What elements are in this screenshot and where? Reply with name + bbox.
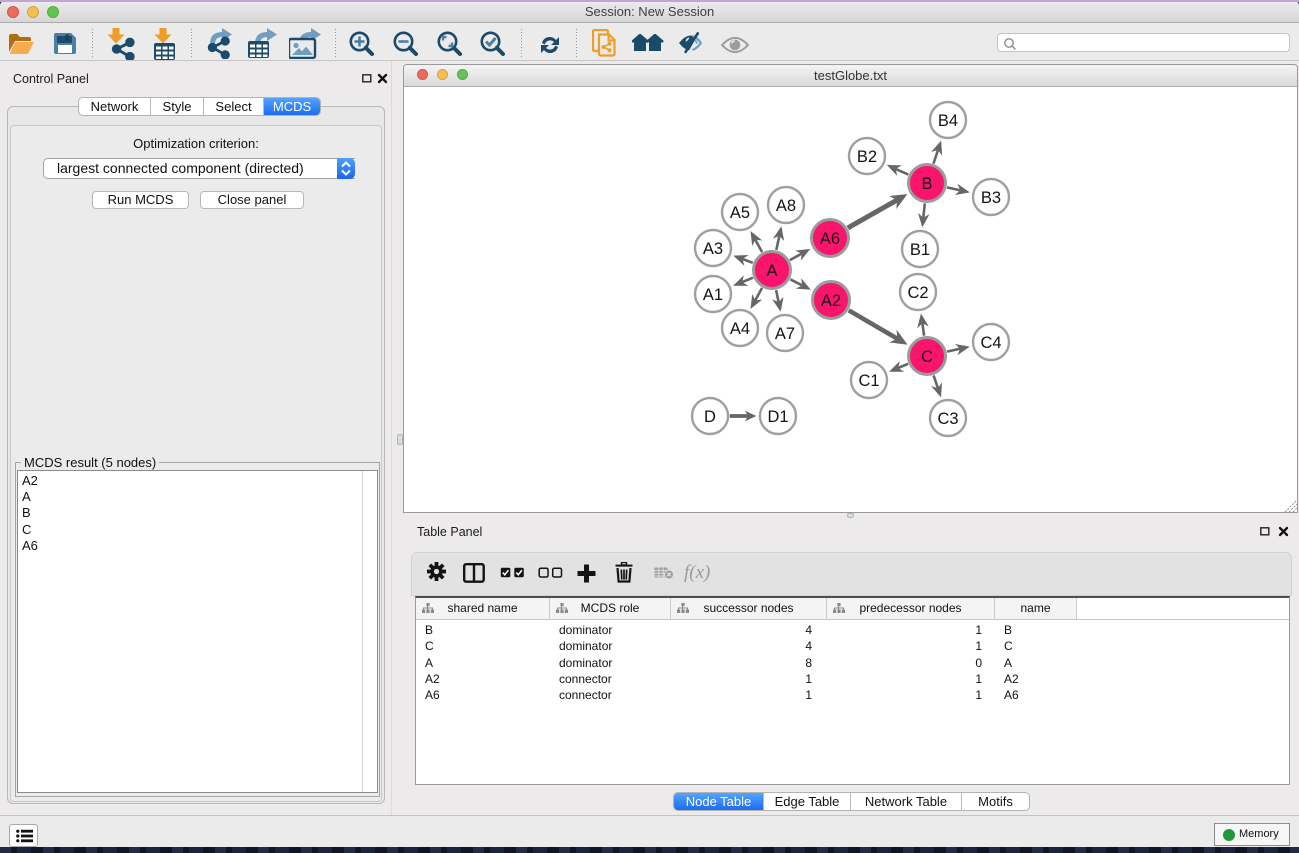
svg-text:C4: C4	[980, 334, 1001, 352]
svg-text:A3: A3	[703, 240, 723, 258]
svg-text:C: C	[921, 348, 933, 366]
svg-text:B: B	[921, 175, 932, 193]
svg-text:B3: B3	[981, 189, 1001, 207]
svg-text:A4: A4	[730, 320, 750, 338]
svg-text:C2: C2	[907, 284, 928, 302]
svg-text:C1: C1	[858, 372, 879, 390]
svg-text:C3: C3	[937, 410, 958, 428]
svg-text:A5: A5	[730, 204, 750, 222]
svg-text:A8: A8	[776, 197, 796, 215]
svg-text:B4: B4	[938, 112, 958, 130]
svg-text:A1: A1	[703, 286, 723, 304]
svg-text:B2: B2	[857, 148, 877, 166]
svg-text:A7: A7	[775, 325, 795, 343]
svg-text:A2: A2	[821, 292, 841, 310]
svg-text:A6: A6	[820, 230, 840, 248]
svg-text:D1: D1	[767, 408, 788, 426]
svg-text:D: D	[704, 408, 716, 426]
svg-text:B1: B1	[910, 241, 930, 259]
svg-text:A: A	[766, 262, 777, 280]
